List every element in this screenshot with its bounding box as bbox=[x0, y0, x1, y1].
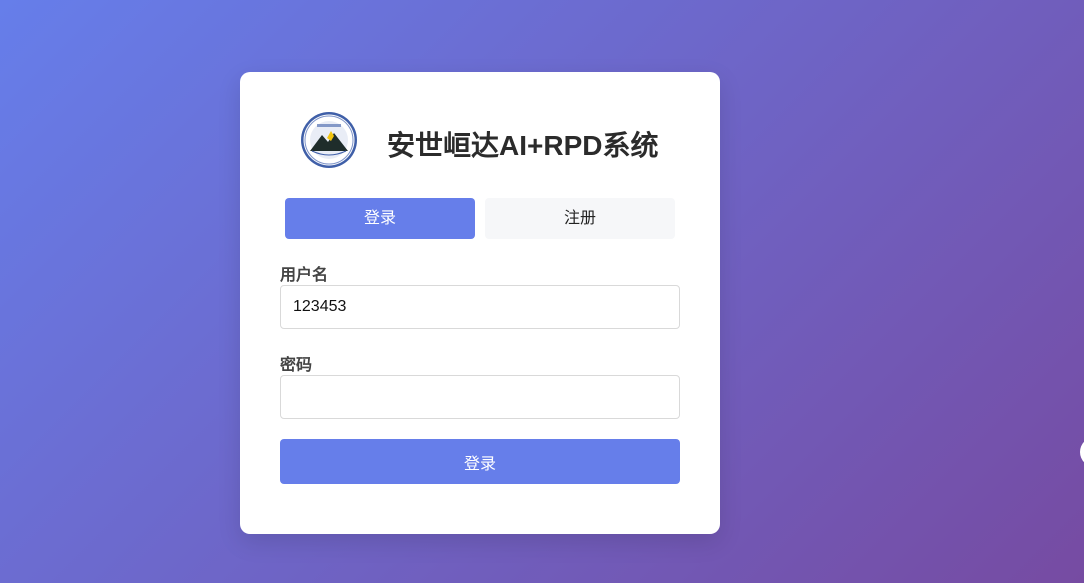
header: 安世峘达AI+RPD系统 bbox=[240, 110, 720, 170]
password-input[interactable] bbox=[280, 375, 680, 419]
login-button[interactable]: 登录 bbox=[280, 439, 680, 484]
username-input[interactable] bbox=[280, 285, 680, 329]
floating-widget[interactable] bbox=[1080, 437, 1084, 467]
app-title: 安世峘达AI+RPD系统 bbox=[387, 130, 659, 161]
tab-login[interactable]: 登录 bbox=[285, 198, 475, 239]
password-label: 密码 bbox=[280, 357, 313, 374]
tab-register[interactable]: 注册 bbox=[485, 198, 675, 239]
logo-icon bbox=[300, 111, 358, 169]
login-card: 安世峘达AI+RPD系统 登录 注册 用户名 密码 登录 bbox=[240, 72, 720, 534]
username-label: 用户名 bbox=[280, 267, 329, 284]
